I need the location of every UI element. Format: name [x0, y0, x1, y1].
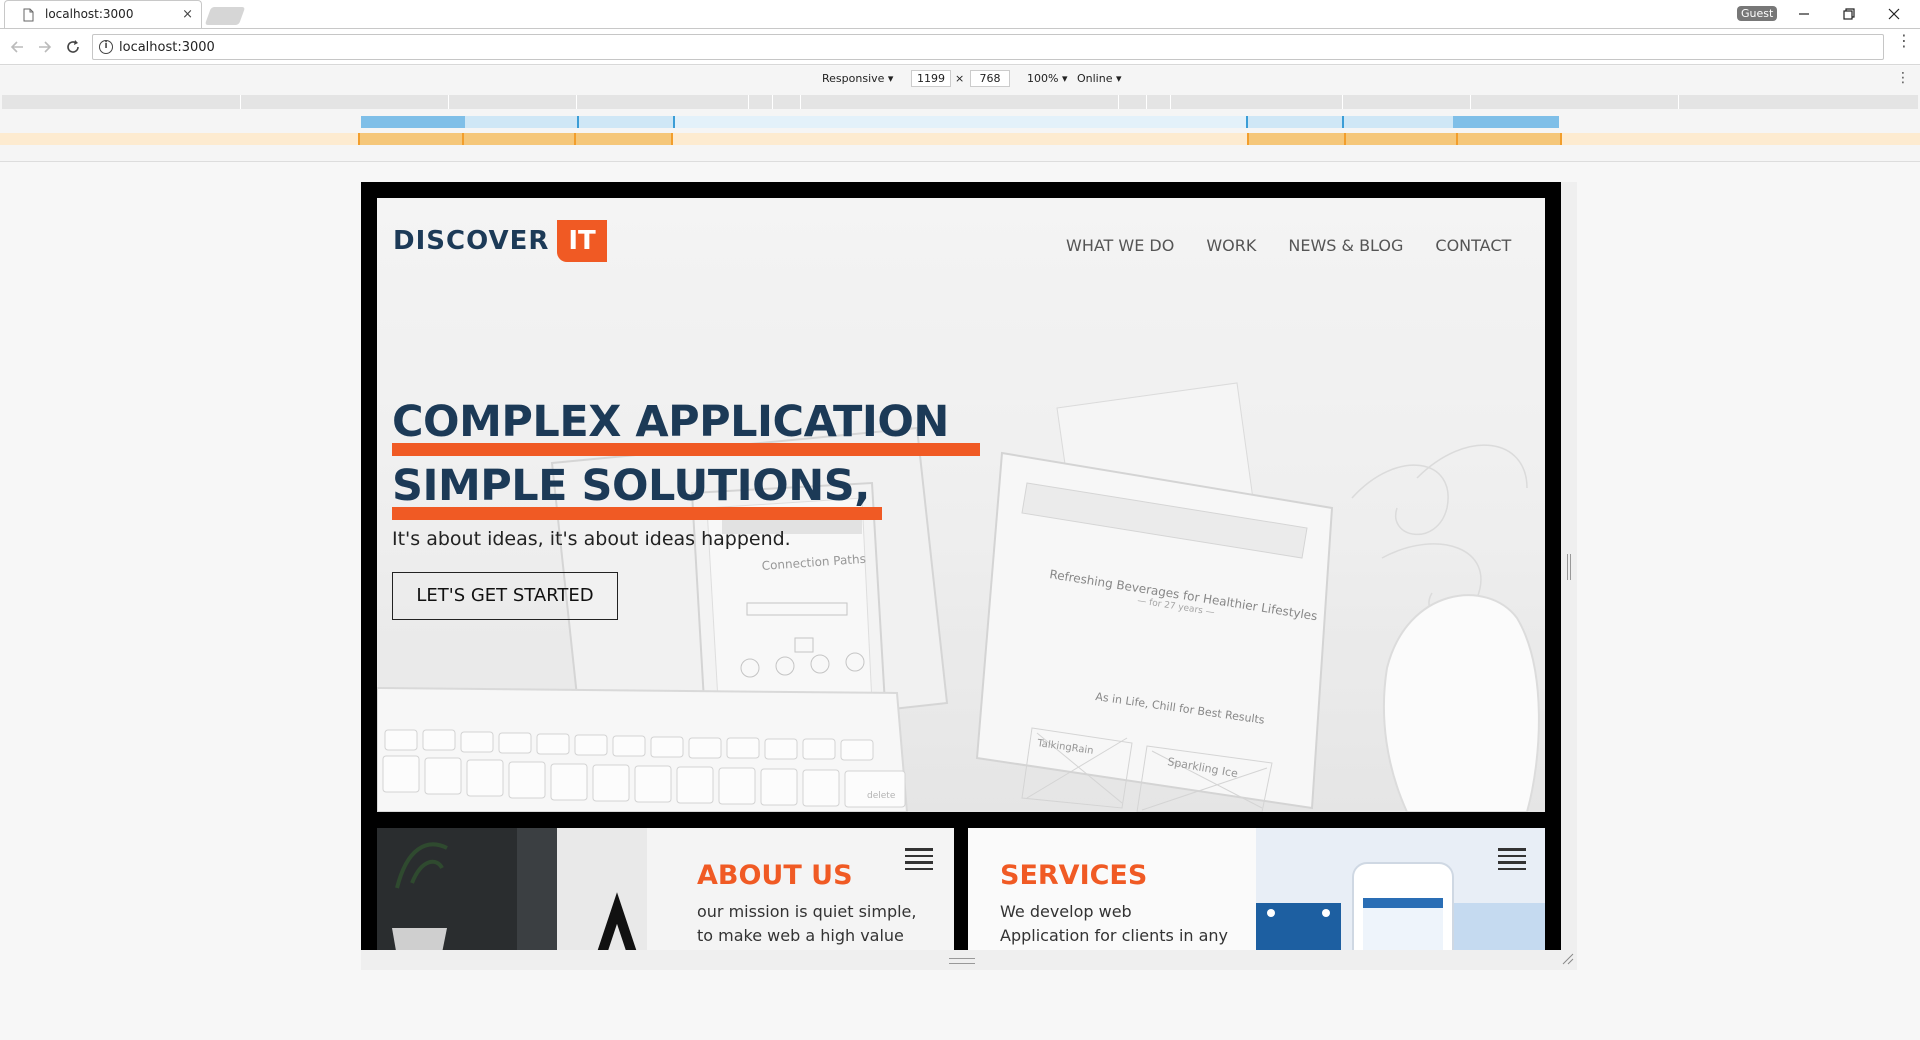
nav-news-blog[interactable]: NEWS & BLOG — [1288, 236, 1403, 255]
hamburger-menu-icon[interactable] — [1498, 848, 1526, 870]
media-query-bar — [0, 133, 1920, 145]
media-query-segment[interactable] — [1248, 133, 1561, 145]
services-card[interactable]: SERVICES We develop web Application for … — [968, 828, 1545, 950]
logo-word: DISCOVER — [393, 226, 550, 256]
tab-close-icon[interactable]: × — [182, 7, 193, 22]
restore-icon[interactable] — [1829, 3, 1869, 25]
media-query-bars — [0, 92, 1920, 162]
address-bar[interactable]: i localhost:3000 — [92, 34, 1884, 60]
page-icon — [23, 8, 34, 22]
url-text: localhost:3000 — [119, 40, 215, 55]
hero-headline: COMPLEX APPLICATION SIMPLE SOLUTIONS, — [392, 394, 980, 522]
forward-arrow-icon[interactable] — [34, 36, 56, 58]
zoom-select[interactable]: 100% ▾ — [1027, 72, 1067, 85]
device-select[interactable]: Responsive ▾ — [822, 72, 893, 85]
media-query-segment[interactable] — [1453, 116, 1559, 128]
headline-line-1: COMPLEX APPLICATION — [392, 397, 949, 447]
about-text-line-1: our mission is quiet simple, — [697, 902, 917, 921]
get-started-button[interactable]: LET'S GET STARTED — [392, 572, 618, 620]
media-query-segment[interactable] — [674, 116, 1248, 128]
media-query-segment[interactable] — [1248, 116, 1453, 128]
browser-menu-icon[interactable]: ⋮ — [1896, 33, 1912, 49]
nav-contact[interactable]: CONTACT — [1435, 236, 1511, 255]
site-logo[interactable]: DISCOVER IT — [393, 220, 607, 262]
tab-strip: localhost:3000 × Guest — [0, 0, 1920, 29]
times-sign: × — [955, 72, 965, 85]
back-arrow-icon[interactable] — [6, 36, 28, 58]
media-query-segment[interactable] — [361, 116, 465, 128]
media-query-segment[interactable] — [465, 116, 674, 128]
about-title: ABOUT US — [697, 860, 853, 891]
media-query-segment[interactable] — [358, 133, 672, 145]
nav-what-we-do[interactable]: WHAT WE DO — [1066, 236, 1174, 255]
headline-line-2: SIMPLE SOLUTIONS, — [392, 461, 871, 511]
close-window-icon[interactable] — [1874, 3, 1914, 25]
main-nav: WHAT WE DO WORK NEWS & BLOG CONTACT — [1066, 236, 1511, 255]
reload-icon[interactable] — [62, 36, 84, 58]
hamburger-menu-icon[interactable] — [905, 848, 933, 870]
width-resize-handle[interactable] — [1567, 554, 1571, 580]
about-text-line-2: to make web a high value — [697, 926, 904, 945]
minimize-icon[interactable] — [1784, 3, 1824, 25]
device-menu-icon[interactable]: ⋮ — [1896, 70, 1910, 86]
device-toolbar: Responsive ▾ 1199 × 768 100% ▾ Online ▾ … — [0, 66, 1920, 92]
device-preset-bar[interactable] — [2, 95, 1918, 109]
tab-title: localhost:3000 — [45, 7, 134, 21]
emulated-viewport: Connection Paths Refreshing Beverages fo… — [361, 182, 1561, 950]
height-resize-handle[interactable] — [949, 958, 975, 964]
services-title: SERVICES — [1000, 860, 1148, 891]
network-select[interactable]: Online ▾ — [1077, 72, 1122, 85]
width-input[interactable]: 1199 — [911, 70, 951, 87]
new-tab-button[interactable] — [204, 7, 246, 25]
services-text-line-1: We develop web — [1000, 902, 1132, 921]
info-icon[interactable]: i — [99, 40, 113, 54]
services-text-line-2: Application for clients in any — [1000, 926, 1229, 945]
height-input[interactable]: 768 — [970, 70, 1010, 87]
browser-tab[interactable]: localhost:3000 × — [4, 0, 202, 29]
about-card[interactable]: ABOUT US our mission is quiet simple, to… — [377, 828, 954, 950]
nav-work[interactable]: WORK — [1206, 236, 1256, 255]
logo-badge: IT — [557, 220, 607, 262]
corner-resize-handle[interactable] — [1562, 953, 1574, 965]
browser-toolbar: i localhost:3000 ⋮ — [0, 29, 1920, 65]
profile-button[interactable]: Guest — [1737, 6, 1778, 21]
hero-section: Connection Paths Refreshing Beverages fo… — [377, 198, 1545, 812]
hero-subtitle: It's about ideas, it's about ideas happe… — [392, 528, 791, 550]
